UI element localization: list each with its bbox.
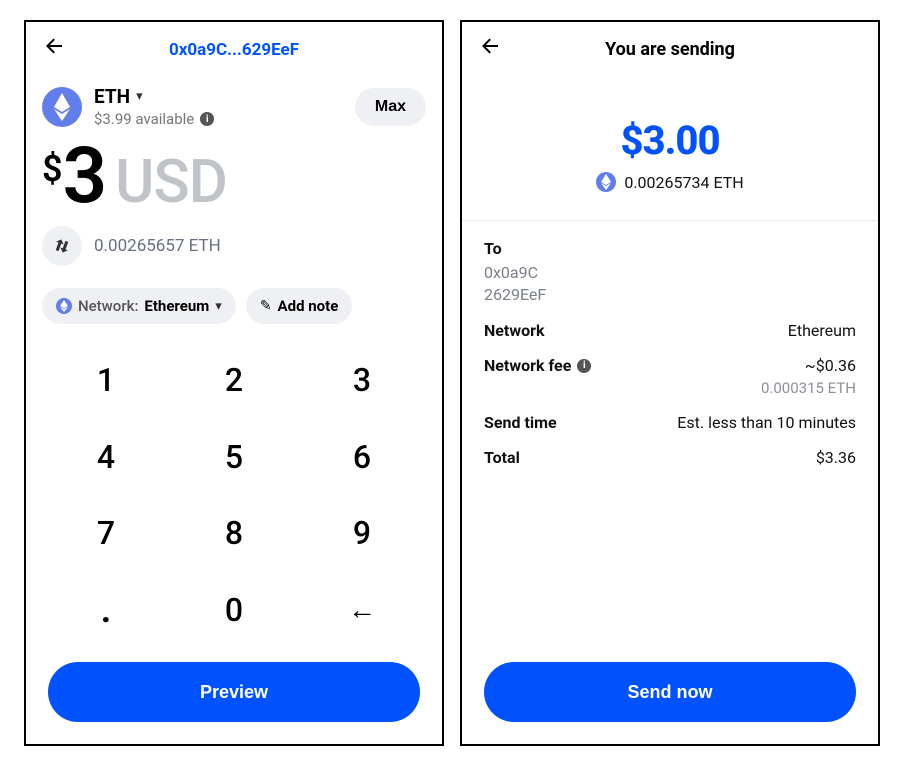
add-note-label: Add note — [278, 297, 339, 315]
numeric-keypad: 1 2 3 4 5 6 7 8 9 . 0 ← — [26, 330, 442, 652]
chevron-down-icon: ▾ — [136, 89, 143, 104]
summary-amount: $3.00 0.00265734 ETH — [462, 77, 878, 214]
send-time-value: Est. less than 10 minutes — [677, 413, 856, 432]
pencil-icon: ✎ — [260, 298, 272, 314]
detail-fee: Network fee i ~$0.36 — [484, 356, 856, 375]
enter-amount-screen: 0x0a9C...629EeF ETH ▾ $3.99 available i … — [24, 20, 444, 746]
transaction-details: To 0x0a9C 2629EeF Network Ethereum Netwo… — [462, 221, 878, 475]
back-button[interactable] — [478, 34, 508, 65]
key-1[interactable]: 1 — [42, 342, 170, 419]
available-balance: $3.99 available — [94, 110, 194, 128]
page-title: You are sending — [508, 39, 832, 60]
fee-crypto: 0.000315 ETH — [761, 379, 856, 397]
network-label: Network — [484, 321, 545, 340]
currency-suffix: USD — [115, 152, 227, 212]
send-time-label: Send time — [484, 413, 557, 432]
network-selector[interactable]: Network: Ethereum ▾ — [42, 288, 236, 324]
back-button[interactable] — [42, 34, 72, 65]
key-backspace[interactable]: ← — [298, 572, 426, 649]
send-now-button[interactable]: Send now — [484, 662, 856, 722]
key-decimal[interactable]: . — [42, 572, 170, 649]
total-label: Total — [484, 448, 520, 467]
detail-network: Network Ethereum — [484, 321, 856, 340]
detail-to: To 0x0a9C 2629EeF — [484, 239, 856, 305]
add-note-button[interactable]: ✎ Add note — [246, 288, 352, 324]
info-icon[interactable]: i — [200, 112, 214, 126]
header: 0x0a9C...629EeF — [26, 22, 442, 77]
swap-currency-button[interactable] — [42, 226, 82, 266]
confirm-send-screen: You are sending $3.00 0.00265734 ETH To … — [460, 20, 880, 746]
network-prefix: Network: — [78, 297, 138, 315]
header: You are sending — [462, 22, 878, 77]
asset-selector[interactable]: ETH ▾ $3.99 available i — [94, 85, 355, 128]
network-value: Ethereum — [144, 297, 209, 315]
converted-amount: 0.00265657 ETH — [94, 236, 221, 256]
ethereum-logo-icon — [53, 93, 71, 121]
key-6[interactable]: 6 — [298, 419, 426, 496]
asset-row: ETH ▾ $3.99 available i Max — [26, 77, 442, 132]
fee-usd: ~$0.36 — [805, 356, 856, 375]
recipient-address-link[interactable]: 0x0a9C...629EeF — [72, 40, 396, 60]
detail-total: Total $3.36 — [484, 448, 856, 467]
amount-value: 3 — [63, 138, 106, 216]
key-2[interactable]: 2 — [170, 342, 298, 419]
to-label: To — [484, 239, 502, 258]
total-value: $3.36 — [816, 448, 856, 467]
summary-usd: $3.00 — [478, 117, 862, 164]
eth-small-icon — [56, 298, 72, 314]
swap-icon — [54, 238, 70, 254]
key-3[interactable]: 3 — [298, 342, 426, 419]
key-0[interactable]: 0 — [170, 572, 298, 649]
amount-display: $ 3 USD — [26, 132, 442, 216]
fee-label: Network fee i — [484, 356, 591, 375]
detail-send-time: Send time Est. less than 10 minutes — [484, 413, 856, 432]
key-9[interactable]: 9 — [298, 495, 426, 572]
summary-crypto-value: 0.00265734 ETH — [624, 173, 743, 192]
info-icon[interactable]: i — [577, 359, 591, 373]
back-arrow-icon — [478, 34, 502, 58]
network-value: Ethereum — [788, 321, 856, 340]
key-4[interactable]: 4 — [42, 419, 170, 496]
preview-button[interactable]: Preview — [48, 662, 420, 722]
chevron-down-icon: ▾ — [215, 299, 222, 314]
eth-icon — [596, 172, 616, 192]
back-arrow-icon — [42, 34, 66, 58]
eth-icon — [42, 87, 82, 127]
summary-crypto: 0.00265734 ETH — [596, 172, 743, 192]
conversion-row: 0.00265657 ETH — [26, 216, 442, 274]
key-5[interactable]: 5 — [170, 419, 298, 496]
to-address: 0x0a9C 2629EeF — [484, 262, 856, 305]
asset-symbol: ETH — [94, 85, 130, 108]
key-8[interactable]: 8 — [170, 495, 298, 572]
currency-sign: $ — [42, 148, 63, 190]
key-7[interactable]: 7 — [42, 495, 170, 572]
detail-fee-crypto: 0.000315 ETH — [484, 391, 856, 397]
max-button[interactable]: Max — [355, 88, 426, 126]
options-row: Network: Ethereum ▾ ✎ Add note — [26, 274, 442, 330]
